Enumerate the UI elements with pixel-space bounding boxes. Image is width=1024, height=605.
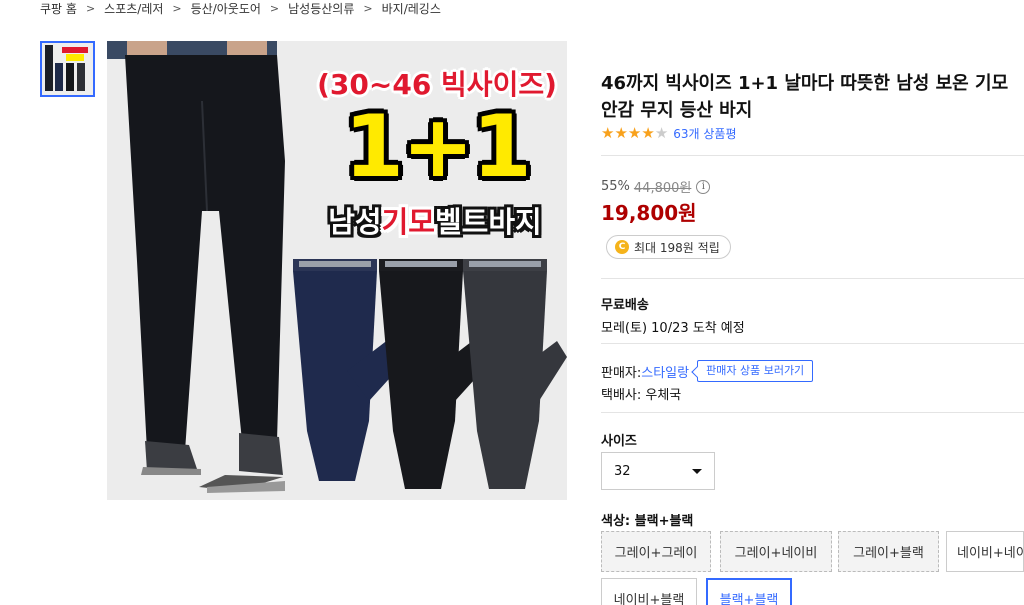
breadcrumb-mens-hiking[interactable]: 남성등산의류 (288, 0, 354, 17)
color-option-selected[interactable]: 블랙+블랙 (706, 578, 792, 605)
divider (601, 278, 1024, 279)
review-count-link[interactable]: 63개 상품평 (673, 125, 736, 142)
color-option[interactable]: 그레이+그레이 (601, 531, 711, 572)
star-icon: ★ (641, 124, 655, 142)
product-title: 46까지 빅사이즈 1+1 날마다 따뜻한 남성 보온 기모안감 무지 등산 바… (601, 73, 1009, 121)
divider (601, 155, 1024, 156)
color-label: 색상: 블랙+블랙 (601, 514, 694, 529)
banner-subtitle: 남성기모벨트바지 (307, 199, 563, 241)
reward-text: 최대 198원 적립 (634, 240, 720, 255)
star-icon: ★ (654, 124, 669, 142)
breadcrumb-outdoor[interactable]: 등산/아웃도어 (191, 0, 261, 17)
breadcrumb-separator: > (269, 1, 280, 15)
banner-sub-b: 벨트바지 (435, 205, 542, 239)
original-price: 44,800원 (633, 181, 692, 196)
product-main-image[interactable]: (30~46 빅사이즈) 1+1 남성기모벨트바지 (107, 41, 567, 500)
breadcrumb-separator: > (363, 1, 373, 15)
chevron-down-icon (692, 468, 702, 474)
star-icon: ★ (627, 124, 642, 142)
courier-info: 택배사: 우체국 (601, 388, 682, 403)
coin-icon: C (615, 240, 629, 254)
banner-one-plus-one: 1+1 (344, 97, 532, 197)
breadcrumb-separator: > (85, 1, 96, 15)
size-select[interactable]: 32 (601, 452, 715, 490)
discount-rate: 55% (601, 179, 630, 194)
product-thumbnail[interactable] (40, 41, 95, 97)
seller-name-link[interactable]: 스타일랑 (641, 362, 689, 381)
sale-price: 19,800원 (601, 201, 697, 225)
banner-sub-highlight: 기모 (381, 205, 435, 239)
size-selected-value: 32 (614, 463, 631, 479)
delivery-eta: 모레(토) 10/23 도착 예정 (601, 321, 745, 336)
breadcrumb-sports[interactable]: 스포츠/레저 (104, 0, 163, 17)
size-label: 사이즈 (601, 434, 637, 449)
color-option[interactable]: 그레이+블랙 (838, 531, 939, 572)
divider (601, 343, 1024, 344)
color-option[interactable]: 네이비+네이비 (946, 531, 1024, 572)
divider (601, 412, 1024, 413)
seller-label: 판매자: (601, 365, 642, 381)
seller-row: 판매자: 스타일랑 판매자 상품 보러가기 (601, 360, 814, 382)
breadcrumb: 쿠팡 홈 > 스포츠/레저 > 등산/아웃도어 > 남성등산의류 > 바지/레깅… (40, 0, 441, 16)
rating-stars: ★★★★★ (601, 126, 668, 141)
breadcrumb-separator: > (172, 1, 182, 15)
color-option[interactable]: 네이비+블랙 (601, 578, 697, 605)
color-option[interactable]: 그레이+네이비 (720, 531, 832, 572)
breadcrumb-pants[interactable]: 바지/레깅스 (382, 0, 441, 17)
thumbnail-image (42, 43, 93, 95)
price-discount-row: 55% 44,800원 i (601, 177, 711, 196)
breadcrumb-home[interactable]: 쿠팡 홈 (40, 0, 77, 17)
reward-badge: C 최대 198원 적립 (606, 235, 731, 259)
product-rating[interactable]: ★★★★★ 63개 상품평 (601, 125, 737, 142)
info-icon[interactable]: i (696, 179, 711, 194)
star-icon: ★ (614, 124, 628, 142)
seller-products-button[interactable]: 판매자 상품 보러가기 (697, 360, 814, 382)
star-icon: ★ (601, 124, 615, 142)
shipping-label: 무료배송 (601, 298, 649, 313)
banner-sub-a: 남성 (328, 205, 382, 239)
